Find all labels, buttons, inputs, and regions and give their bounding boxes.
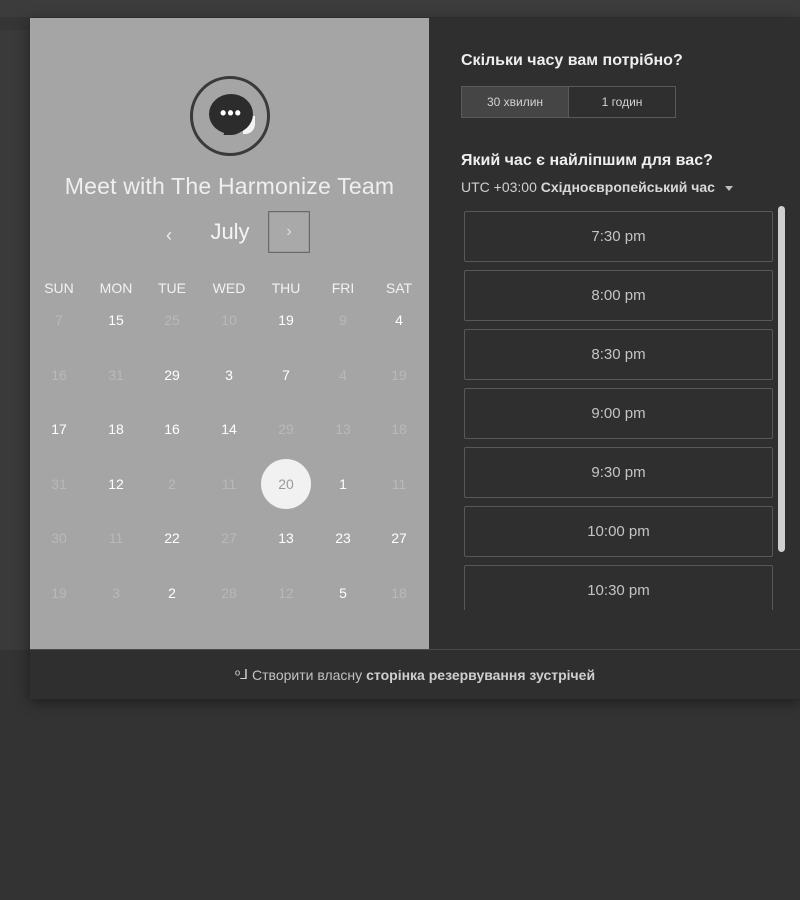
footer-prefix: Створити власну [252,666,363,683]
time-slot-button[interactable]: 10:30 pm [464,565,773,610]
time-slot-button[interactable]: 8:30 pm [464,329,773,380]
weekday-label: TUE [158,280,186,296]
duration-30-button[interactable]: 30 хвилин [462,87,569,117]
calendar-day[interactable]: 16 [149,406,195,452]
weekday-label: SUN [44,280,74,296]
calendar-day[interactable]: 2 [149,570,195,616]
calendar-day: 18 [391,421,407,437]
calendar-day[interactable]: 18 [93,406,139,452]
calendar-day[interactable]: 1 [320,461,366,507]
calendar-day: 31 [108,367,124,383]
prev-month-button[interactable]: ‹ [158,223,180,247]
duration-selector: 30 хвилин 1 годин [461,86,676,118]
calendar-day[interactable]: 15 [93,297,139,343]
timezone-offset: UTC +03:00 [461,179,537,195]
calendar-day: 10 [221,312,237,328]
top-strip [0,0,800,17]
footer-link[interactable]: сторінка резервування зустрічей [366,667,595,683]
calendar-day[interactable]: 13 [263,515,309,561]
calendar-day[interactable]: 3 [206,352,252,398]
calendar-day: 30 [51,530,67,546]
hubspot-icon: ᵒ⅃ [234,666,249,682]
time-slot-button[interactable]: 8:00 pm [464,270,773,321]
weekday-label: SAT [385,280,413,296]
avatar: ••• [190,76,270,156]
calendar-day[interactable]: 23 [320,515,366,561]
calendar-day: 9 [339,312,347,328]
calendar-day[interactable]: 14 [206,406,252,452]
calendar-day[interactable]: 17 [36,406,82,452]
timezone-name: Східноєвропейський час [540,179,715,195]
time-panel: Скільки часу вам потрібно? 30 хвилин 1 г… [429,18,800,649]
calendar-day: 19 [51,585,67,601]
calendar-day[interactable]: 7 [263,352,309,398]
chat-bubble-icon: ••• [209,94,253,134]
time-slot-button[interactable]: 7:30 pm [464,211,773,262]
calendar-day: 18 [391,585,407,601]
calendar-day: 7 [55,312,63,328]
footer: ᵒ⅃ Створити власну сторінка резервування… [30,649,800,699]
calendar-day: 2 [168,476,176,492]
calendar-day: 13 [335,421,351,437]
calendar-day: 11 [221,476,237,492]
selected-day[interactable]: 20 [261,459,311,509]
calendar-day: 29 [278,421,294,437]
time-slot-list: 7:30 pm 8:00 pm 8:30 pm 9:00 pm 9:30 pm 10:00… [464,211,773,610]
calendar-day: 4 [339,367,347,383]
calendar-day: 19 [391,367,407,383]
scrollbar[interactable] [778,206,785,552]
calendar-day: 11 [391,476,407,492]
next-month-button[interactable]: › [268,211,310,253]
time-slot-button[interactable]: 9:00 pm [464,388,773,439]
calendar-panel: ••• Meet with The Harmonize Team ‹ July … [30,18,429,649]
booking-card: ••• Meet with The Harmonize Team ‹ July … [30,18,800,699]
top-strip-edge [0,17,30,30]
month-label: July [210,219,250,244]
calendar-day: 12 [278,585,294,601]
calendar-day[interactable]: 22 [149,515,195,561]
calendar-day[interactable]: 4 [376,297,422,343]
calendar-day[interactable]: 12 [93,461,139,507]
calendar-day[interactable]: 5 [320,570,366,616]
page-left-edge [0,30,30,650]
calendar-day: 25 [164,312,180,328]
calendar-day[interactable]: 29 [149,352,195,398]
calendar-day: 27 [221,530,237,546]
duration-question: Скільки часу вам потрібно? [461,52,683,69]
weekday-label: WED [212,280,246,296]
weekday-label: MON [99,280,133,296]
calendar-day[interactable]: 19 [263,297,309,343]
time-slot-button[interactable]: 10:00 pm [464,506,773,557]
calendar-day: 11 [108,530,124,546]
page-title: Meet with The Harmonize Team [64,173,395,199]
calendar-day: 16 [51,367,67,383]
calendar-day[interactable]: 27 [376,515,422,561]
weekday-label: THU [271,280,301,296]
time-slot-button[interactable]: 9:30 pm [464,447,773,498]
caret-down-icon [724,185,733,191]
calendar-day: 31 [51,476,67,492]
weekday-label: FRI [331,280,355,296]
calendar-day: 28 [221,585,237,601]
time-question: Який час є найліпшим для вас? [461,152,713,169]
duration-60-button[interactable]: 1 годин [569,87,675,117]
calendar-day: 3 [112,585,120,601]
timezone-selector[interactable]: UTC +03:00 Східноєвропейський час [461,179,733,195]
